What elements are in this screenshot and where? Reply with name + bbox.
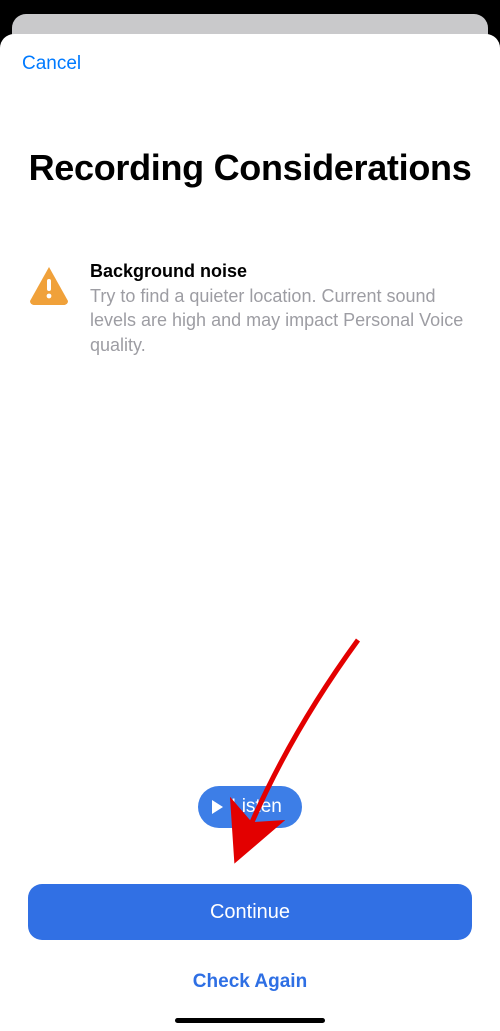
consideration-body: Try to find a quieter location. Current … — [90, 284, 472, 357]
continue-button[interactable]: Continue — [28, 884, 472, 940]
nav-bar: Cancel — [0, 34, 500, 94]
modal-sheet: Cancel Recording Considerations Backgrou… — [0, 34, 500, 1031]
consideration-text: Background noise Try to find a quieter l… — [90, 261, 472, 357]
check-again-button[interactable]: Check Again — [28, 954, 472, 1010]
content-area: Recording Considerations Background nois… — [0, 94, 500, 1031]
play-icon — [212, 800, 223, 814]
listen-button[interactable]: Listen — [198, 786, 302, 828]
home-indicator — [175, 1018, 325, 1023]
consideration-heading: Background noise — [90, 261, 472, 282]
listen-label: Listen — [231, 796, 282, 818]
cancel-button[interactable]: Cancel — [22, 53, 81, 75]
considerations-list: Background noise Try to find a quieter l… — [28, 261, 472, 357]
page-title: Recording Considerations — [28, 146, 472, 189]
warning-triangle-icon — [28, 265, 70, 305]
consideration-row: Background noise Try to find a quieter l… — [28, 261, 472, 357]
